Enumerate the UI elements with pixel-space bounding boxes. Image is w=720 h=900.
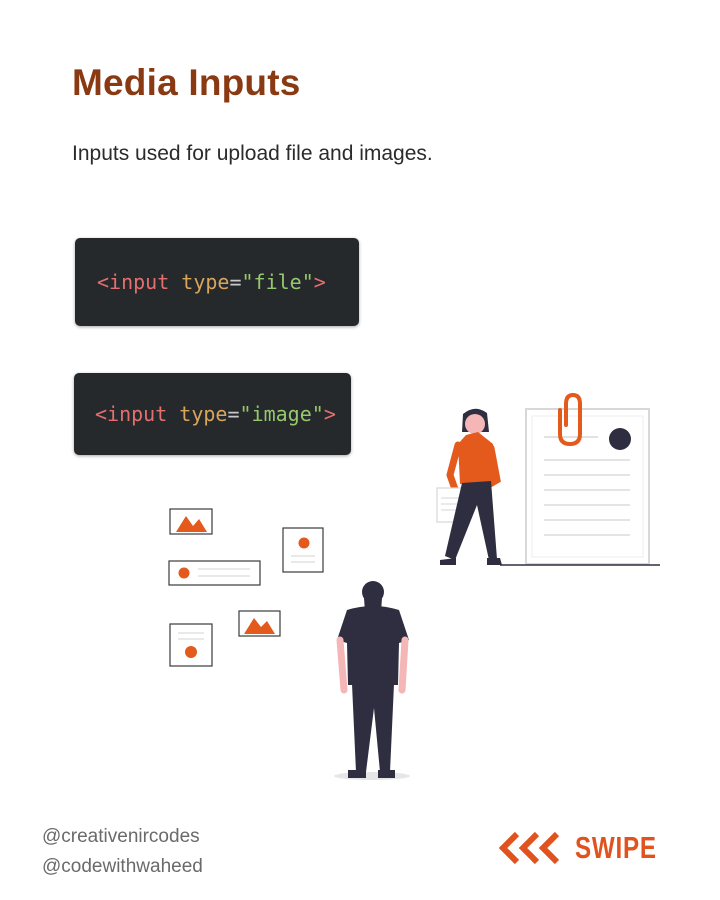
footer-handle-codewithwaheed: @codewithwaheed — [42, 856, 203, 877]
file-row-card-icon — [168, 560, 261, 586]
image-card-icon — [169, 508, 213, 535]
upload-illustration — [168, 392, 660, 780]
avatar-card-icon — [282, 527, 324, 573]
triple-chevron-left-icon — [499, 831, 560, 865]
swipe-label: SWIPE — [575, 830, 657, 865]
document-card-icon — [169, 623, 213, 667]
swipe-indicator[interactable]: SWIPE — [499, 830, 680, 866]
man-figure — [334, 581, 410, 780]
document-icon — [525, 408, 650, 565]
footer-handle-creativenircodes: @creativenircodes — [42, 826, 200, 847]
woman-figure — [436, 408, 502, 565]
image-card-icon — [238, 610, 281, 637]
